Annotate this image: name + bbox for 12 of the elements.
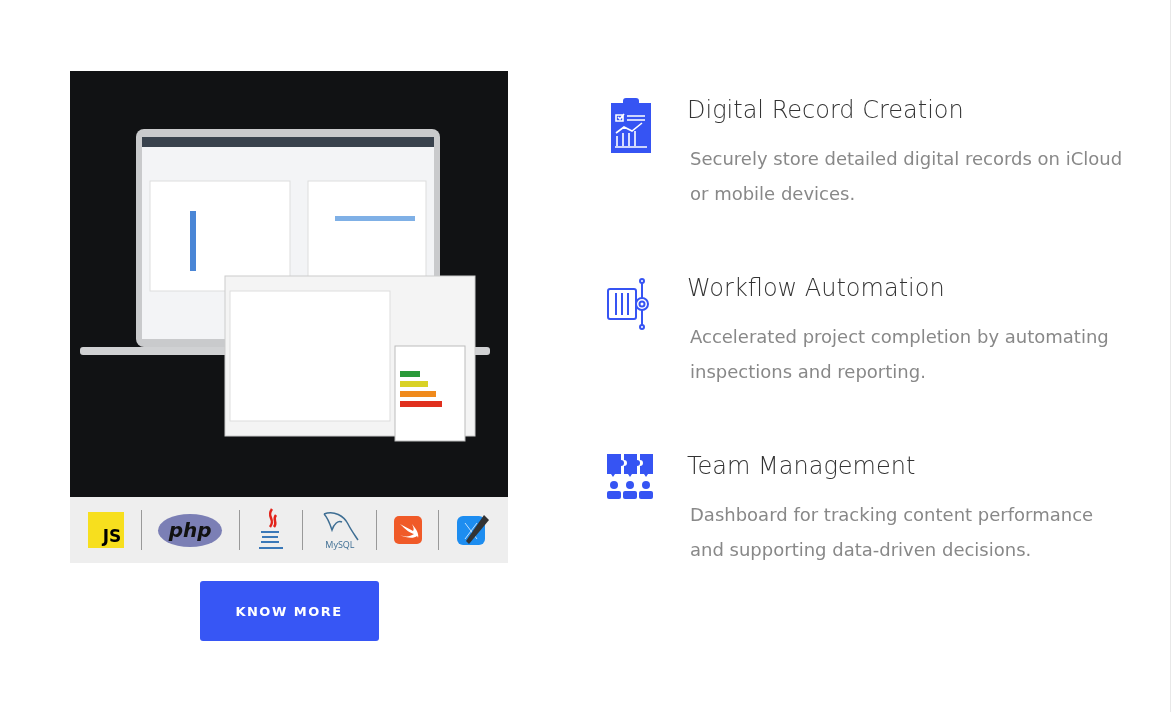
- javascript-logo: JS: [88, 512, 125, 548]
- mysql-logo: MySQL: [319, 509, 360, 551]
- know-more-button[interactable]: KNOW MORE: [199, 581, 379, 641]
- feature-description: Accelerated project completion by automating inspections and reporting.: [690, 325, 1110, 384]
- hammer-app-logo: [455, 513, 490, 547]
- feature-description: Securely store detailed digital records on iCloud or mobile devices.: [690, 147, 1124, 206]
- feature-title: Digital Record Creation: [687, 95, 965, 125]
- feature-title: Workflow Automation: [687, 273, 946, 303]
- swift-logo: [393, 516, 422, 544]
- feature-title: Team Management: [687, 451, 917, 481]
- php-logo: php: [158, 513, 223, 547]
- feature-description: Dashboard for tracking content performance and supporting data-driven decisions.: [690, 503, 1095, 562]
